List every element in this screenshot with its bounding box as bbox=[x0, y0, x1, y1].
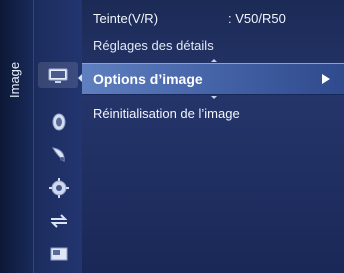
menu-item-picture-options-label: Options d’image bbox=[93, 71, 203, 87]
menu-item-tint[interactable]: Teinte(V/R) : V50/R50 bbox=[82, 8, 344, 30]
menu-category-label: Image bbox=[7, 61, 22, 99]
menu-category-tab[interactable]: Image bbox=[0, 0, 34, 273]
scroll-up-icon bbox=[211, 59, 217, 62]
menu-item-picture-options[interactable]: Options d’image bbox=[82, 63, 344, 95]
picture-menu-list: Teinte(V/R) : V50/R50 Réglages des détai… bbox=[82, 0, 344, 273]
channel-icon[interactable] bbox=[46, 144, 72, 166]
scroll-down-icon bbox=[211, 96, 217, 99]
menu-item-picture-reset[interactable]: Réinitialisation de l’image bbox=[82, 103, 344, 125]
input-icon[interactable] bbox=[46, 210, 72, 232]
menu-item-detail-settings-label: Réglages des détails bbox=[93, 38, 214, 53]
menu-item-picture-reset-label: Réinitialisation de l’image bbox=[93, 106, 240, 121]
sound-icon[interactable] bbox=[46, 111, 72, 133]
picture-icon[interactable] bbox=[38, 62, 78, 88]
menu-item-tint-value: : V50/R50 bbox=[228, 11, 286, 26]
setup-icon[interactable] bbox=[46, 177, 72, 199]
menu-item-tint-label: Teinte(V/R) bbox=[93, 11, 159, 26]
submenu-arrow-icon bbox=[322, 74, 330, 84]
menu-item-detail-settings[interactable]: Réglages des détails bbox=[82, 35, 344, 57]
application-icon[interactable] bbox=[46, 243, 72, 265]
tv-osd-menu: Image Teinte(V/R): V50/R50 Réglages des… bbox=[0, 0, 344, 273]
category-icon-column bbox=[34, 0, 82, 273]
